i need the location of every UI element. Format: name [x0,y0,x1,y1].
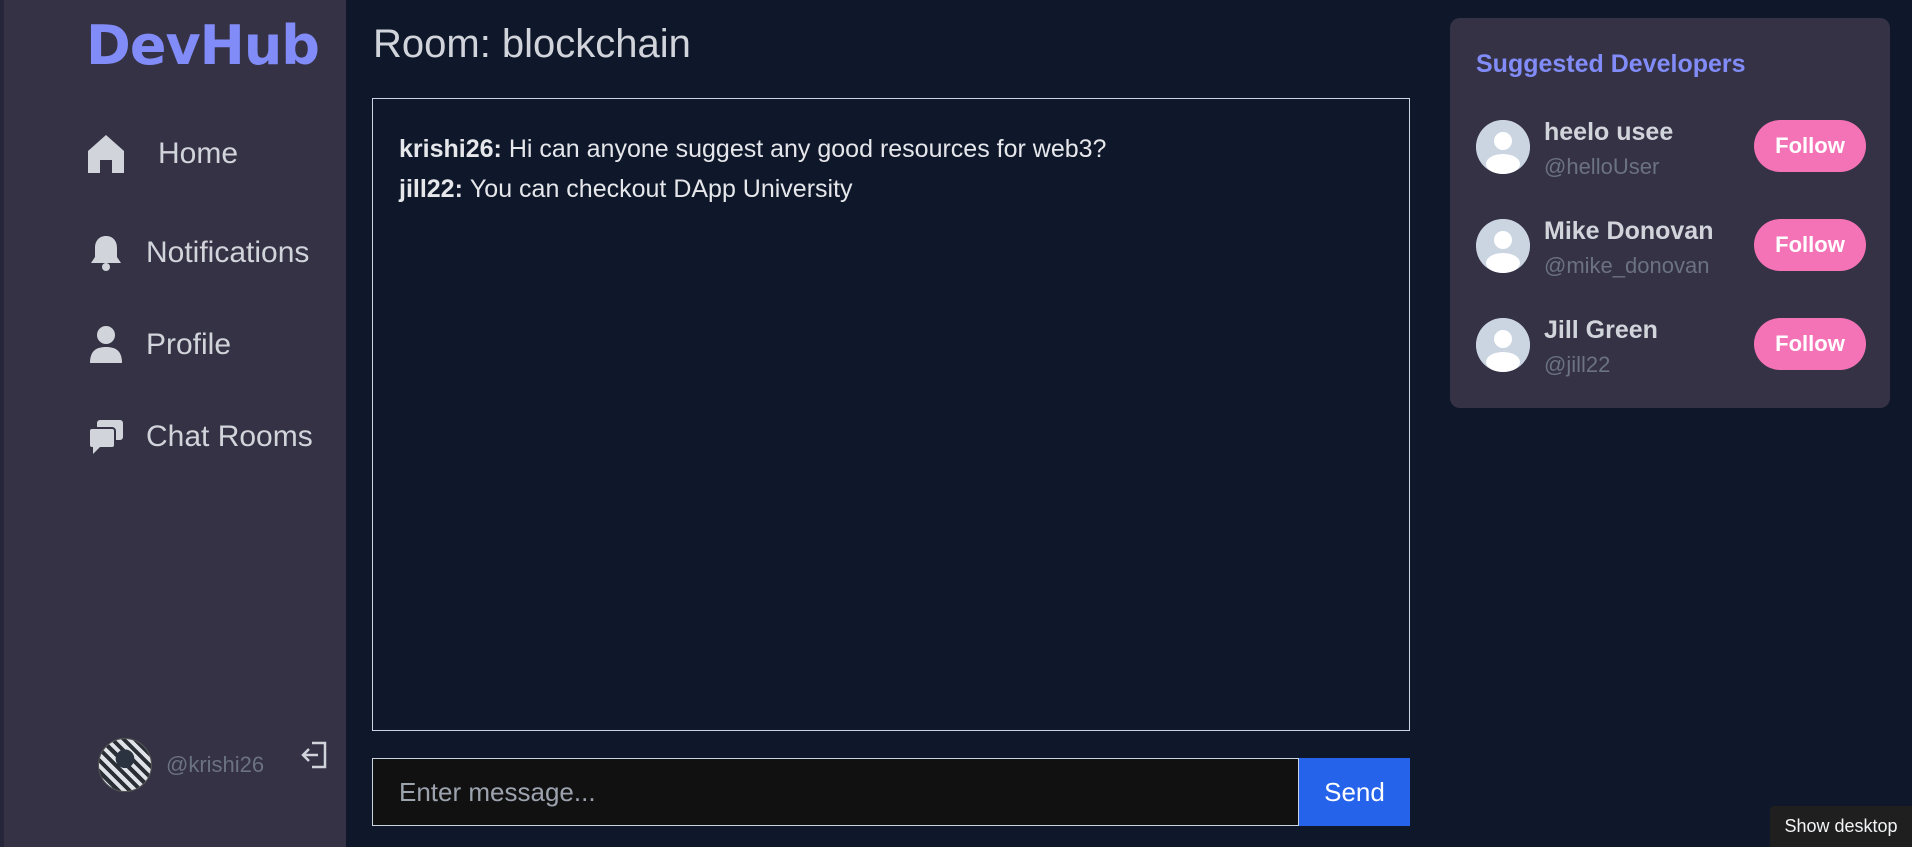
message-author: krishi26: [399,135,502,163]
list-item: Mike Donovan @mike_donovan Follow [1476,217,1866,287]
chat-message: jill22: You can checkout DApp University [399,169,1383,209]
developer-handle: @mike_donovan [1544,253,1710,278]
avatar[interactable] [1476,219,1530,273]
sidebar-item-label: Notifications [146,236,310,269]
message-composer: Send [372,758,1410,826]
app: DevHub Home Notifications Profile Chat R… [0,0,1912,847]
message-author: jill22: [399,175,463,203]
message-text: You can checkout DApp University [469,175,853,203]
avatar[interactable] [98,738,152,792]
sidebar-item-label: Home [158,137,239,170]
logout-icon[interactable] [300,740,330,770]
suggested-developers-panel: Suggested Developers heelo usee @helloUs… [1450,18,1890,408]
home-icon [86,134,126,174]
follow-button[interactable]: Follow [1754,318,1866,370]
message-input[interactable] [372,758,1299,826]
user-icon [86,325,126,365]
developer-handle: @jill22 [1544,352,1611,377]
sidebar-item-notifications[interactable]: Notifications [86,233,309,273]
chat-message: krishi26: Hi can anyone suggest any good … [399,129,1383,169]
developer-name: Mike Donovan [1544,217,1714,245]
developer-name: Jill Green [1544,316,1658,344]
sidebar-item-chat-rooms[interactable]: Chat Rooms [86,417,313,457]
bell-icon [86,233,126,273]
list-item: Jill Green @jill22 Follow [1476,316,1866,386]
avatar[interactable] [1476,318,1530,372]
chat-icon [86,417,126,457]
page-title: Room: blockchain [373,22,691,66]
developer-name: heelo usee [1544,118,1674,146]
chat-messages[interactable]: krishi26: Hi can anyone suggest any good … [372,98,1410,731]
sidebar: DevHub Home Notifications Profile Chat R… [0,0,346,847]
follow-button[interactable]: Follow [1754,120,1866,172]
current-user[interactable]: @krishi26 [98,738,264,792]
follow-button[interactable]: Follow [1754,219,1866,271]
sidebar-item-label: Chat Rooms [146,420,313,453]
logo[interactable]: DevHub [86,14,320,77]
developer-handle: @helloUser [1544,154,1660,179]
suggested-developers-title: Suggested Developers [1476,50,1746,78]
sidebar-item-home[interactable]: Home [86,134,238,174]
current-user-handle: @krishi26 [166,752,265,777]
send-button[interactable]: Send [1299,758,1410,826]
show-desktop-tooltip: Show desktop [1770,806,1912,847]
sidebar-item-profile[interactable]: Profile [86,325,231,365]
avatar[interactable] [1476,120,1530,174]
list-item: heelo usee @helloUser Follow [1476,118,1866,188]
message-text: Hi can anyone suggest any good resources… [508,135,1107,163]
sidebar-item-label: Profile [146,328,232,361]
